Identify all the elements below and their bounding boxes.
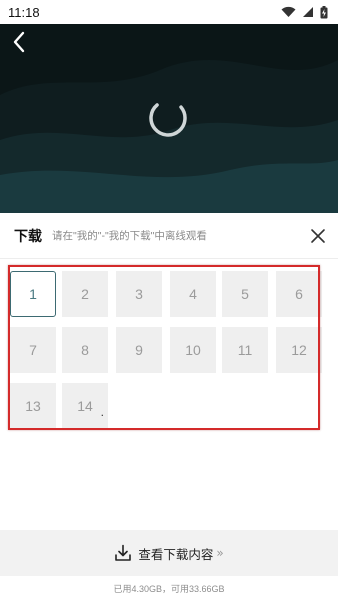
episode-number: 10	[185, 342, 201, 358]
episode-number: 5	[241, 286, 249, 302]
episode-tile[interactable]: 14 .	[62, 383, 108, 429]
episode-grid: 1 2 3 4 5 6 7 8 9 10 11 12 13 14 .	[0, 259, 338, 439]
episode-tile[interactable]: 3	[116, 271, 162, 317]
storage-info: 已用4.30GB，可用33.66GB	[113, 583, 225, 594]
video-player[interactable]: 11:18	[0, 0, 338, 213]
episode-tile[interactable]: 6	[276, 271, 322, 317]
view-downloads-button[interactable]: 查看下载内容 »	[0, 530, 338, 576]
episode-tile[interactable]: 4	[170, 271, 216, 317]
episode-tile[interactable]: 7	[10, 327, 56, 373]
episode-tile[interactable]: 12	[276, 327, 322, 373]
episode-number: 11	[237, 342, 253, 358]
double-chevron-icon: »	[216, 546, 224, 560]
cellular-signal-icon	[303, 7, 313, 17]
episode-suffix-mark: .	[100, 405, 104, 419]
view-downloads-label: 查看下载内容	[138, 547, 214, 562]
loading-spinner-icon	[149, 99, 187, 137]
episode-number: 4	[189, 286, 197, 302]
episode-number: 6	[295, 286, 303, 302]
episode-tile[interactable]: 13	[10, 383, 56, 429]
panel-title: 下载	[14, 227, 42, 244]
close-icon[interactable]	[310, 228, 326, 244]
episode-number: 12	[291, 342, 307, 358]
episode-number: 1	[29, 286, 37, 302]
episode-tile[interactable]: 1	[10, 271, 56, 317]
episode-number: 7	[29, 342, 37, 358]
status-bar: 11:18	[0, 0, 338, 24]
episode-number: 9	[135, 342, 143, 358]
episode-number: 8	[81, 342, 89, 358]
panel-hint: 请在"我的"-"我的下载"中离线观看	[52, 230, 207, 242]
episode-number: 2	[81, 286, 89, 302]
episode-number: 14	[77, 398, 93, 414]
status-time: 11:18	[8, 4, 40, 20]
episode-number: 3	[135, 286, 143, 302]
episode-number: 13	[25, 398, 41, 414]
episode-tile[interactable]: 8	[62, 327, 108, 373]
episode-tile[interactable]: 2	[62, 271, 108, 317]
episode-tile[interactable]: 5	[222, 271, 268, 317]
download-icon	[115, 544, 132, 561]
back-arrow-icon[interactable]	[8, 30, 32, 54]
wifi-icon	[281, 6, 296, 17]
download-panel-header: 下载 请在"我的"-"我的下载"中离线观看	[0, 213, 338, 259]
episode-tile[interactable]: 11	[222, 327, 268, 373]
battery-icon	[320, 5, 328, 18]
episode-tile[interactable]: 10	[170, 327, 216, 373]
episode-tile[interactable]: 9	[116, 327, 162, 373]
